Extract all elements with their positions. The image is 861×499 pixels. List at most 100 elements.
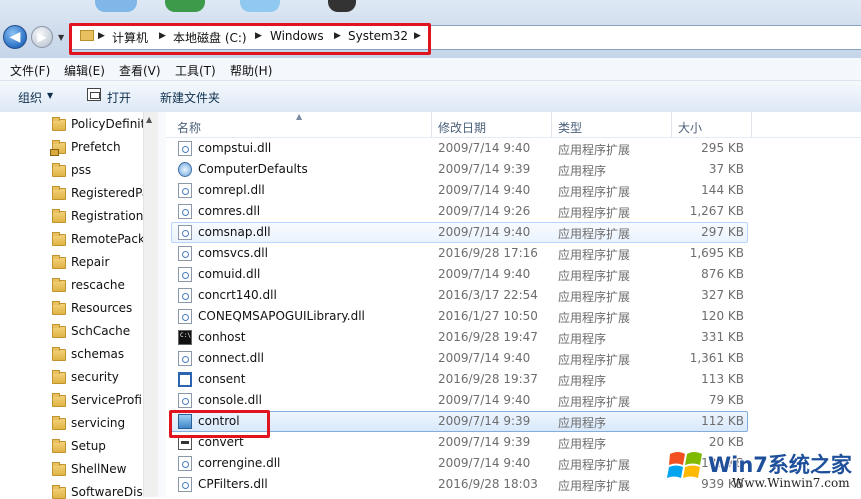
watermark-url: Www.Winwin7.com [732, 476, 850, 490]
navigation-scrollbar[interactable] [143, 112, 158, 497]
folder-icon [52, 255, 66, 269]
column-date[interactable]: 修改日期 [438, 119, 486, 136]
dll-icon [178, 477, 192, 492]
menu-tools[interactable]: 工具(T) [175, 62, 216, 79]
file-date: 2009/7/14 9:39 [438, 435, 531, 449]
tree-item[interactable]: RegisteredPackages [71, 186, 143, 200]
tree-item[interactable]: security [71, 370, 143, 384]
pane-splitter[interactable] [158, 112, 166, 497]
control-highlight-box [169, 410, 270, 438]
history-dropdown-icon[interactable]: ▼ [58, 33, 64, 42]
tree-item[interactable]: Prefetch [71, 140, 143, 154]
column-divider[interactable] [551, 112, 552, 137]
file-date: 2009/7/14 9:40 [438, 456, 531, 470]
file-size: 1,695 KB [689, 246, 744, 260]
file-name: comsvcs.dll [198, 246, 268, 260]
column-divider[interactable] [751, 112, 752, 137]
column-type[interactable]: 类型 [558, 119, 582, 136]
tree-item[interactable]: schemas [71, 347, 143, 361]
menu-file[interactable]: 文件(F) [10, 62, 50, 79]
file-size: 327 KB [701, 288, 744, 302]
back-button[interactable]: ◀ [3, 25, 27, 49]
file-name: CPFilters.dll [198, 477, 268, 491]
dll-icon [178, 288, 192, 303]
file-size: 112 KB [701, 414, 744, 428]
new-folder-button[interactable]: 新建文件夹 [160, 89, 220, 106]
file-name: comsnap.dll [198, 225, 271, 239]
tree-item[interactable]: Repair [71, 255, 143, 269]
dll-icon [178, 204, 192, 219]
menu-view[interactable]: 查看(V) [119, 62, 161, 79]
tree-item[interactable]: Setup [71, 439, 143, 453]
file-type: 应用程序 [558, 437, 607, 451]
tree-item[interactable]: servicing [71, 416, 143, 430]
folder-icon [52, 370, 66, 384]
file-name: comrepl.dll [198, 183, 265, 197]
file-type: 应用程序 [558, 374, 607, 388]
open-button[interactable]: 打开 [107, 89, 131, 106]
scroll-up-icon[interactable]: ▲ [146, 115, 152, 124]
column-name[interactable]: 名称 [177, 119, 201, 136]
file-name: correngine.dll [198, 456, 281, 470]
tree-item[interactable]: RemotePackages [71, 232, 143, 246]
file-size: 297 KB [701, 225, 744, 239]
file-type: 应用程序扩展 [558, 458, 631, 472]
lock-icon [50, 149, 59, 156]
file-date: 2009/7/14 9:26 [438, 204, 531, 218]
file-type: 应用程序扩展 [558, 311, 631, 325]
dll-icon [178, 267, 192, 282]
file-type: 应用程序扩展 [558, 248, 631, 262]
file-name: compstui.dll [198, 141, 272, 155]
file-date: 2009/7/14 9:39 [438, 162, 531, 176]
folder-icon [52, 462, 66, 476]
folder-icon [52, 347, 66, 361]
column-divider[interactable] [431, 112, 432, 137]
file-type: 应用程序扩展 [558, 353, 631, 367]
folder-icon [52, 485, 66, 499]
file-date: 2016/9/28 18:03 [438, 477, 538, 491]
column-divider[interactable] [671, 112, 672, 137]
file-type: 应用程序扩展 [558, 227, 631, 241]
tree-item[interactable]: PolicyDefinitions [71, 117, 143, 131]
folder-icon [52, 324, 66, 338]
file-name: conhost [198, 330, 246, 344]
file-date: 2009/7/14 9:40 [438, 393, 531, 407]
file-size: 1,267 KB [689, 204, 744, 218]
dll-icon [178, 351, 192, 366]
folder-icon [52, 186, 66, 200]
dll-icon [178, 393, 192, 408]
file-name: connect.dll [198, 351, 264, 365]
column-header-row [166, 112, 861, 138]
file-date: 2009/7/14 9:39 [438, 414, 531, 428]
open-icon[interactable] [87, 88, 101, 101]
forward-button[interactable]: ▶ [31, 26, 53, 48]
file-date: 2016/9/28 19:47 [438, 330, 538, 344]
folder-icon [52, 232, 66, 246]
file-size: 79 KB [708, 393, 744, 407]
menu-edit[interactable]: 编辑(E) [64, 62, 105, 79]
tree-item[interactable]: ServiceProfiles [71, 393, 143, 407]
dll-icon [178, 141, 192, 156]
console-icon [178, 330, 192, 345]
organize-button[interactable]: 组织 [18, 89, 42, 106]
tree-item[interactable]: SchCache [71, 324, 143, 338]
tree-item[interactable]: Registration [71, 209, 143, 223]
file-type: 应用程序 [558, 332, 607, 346]
tree-item[interactable]: Resources [71, 301, 143, 315]
background-icon [240, 0, 280, 12]
tree-item[interactable]: rescache [71, 278, 143, 292]
column-size[interactable]: 大小 [678, 119, 702, 136]
folder-icon [52, 416, 66, 430]
folder-icon [52, 393, 66, 407]
menu-help[interactable]: 帮助(H) [230, 62, 272, 79]
chevron-down-icon[interactable]: ▼ [47, 91, 53, 100]
folder-icon [52, 209, 66, 223]
folder-icon [52, 439, 66, 453]
defaults-icon [178, 162, 192, 177]
tree-item[interactable]: ShellNew [71, 462, 143, 476]
file-name: concrt140.dll [198, 288, 277, 302]
file-name: comres.dll [198, 204, 261, 218]
dll-icon [178, 246, 192, 261]
tree-item[interactable]: pss [71, 163, 143, 177]
dll-icon [178, 183, 192, 198]
